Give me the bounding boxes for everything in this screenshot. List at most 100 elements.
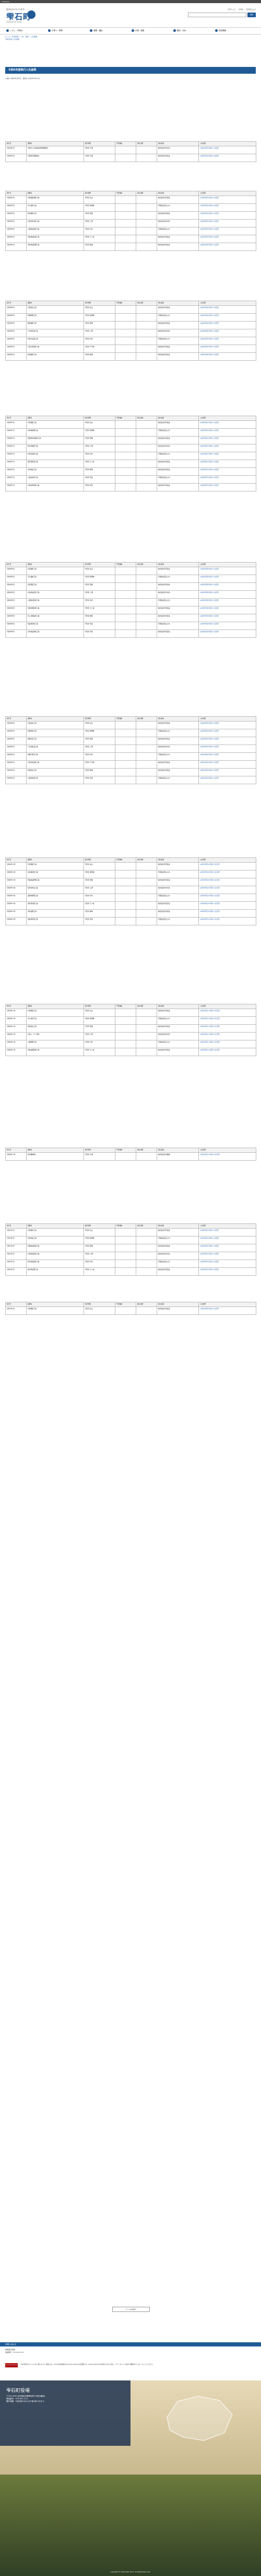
- result-pdf-link[interactable]: 令和6年度10月執行入札結果: [198, 894, 256, 902]
- nav-item-government[interactable]: 町政情報: [215, 29, 226, 32]
- table-cell: -: [115, 1016, 136, 1025]
- result-pdf-link[interactable]: 令和6年度11月執行入札結果: [198, 1009, 256, 1017]
- result-pdf-link[interactable]: 令和6年度9月執行入札結果: [198, 768, 256, 776]
- result-pdf-link[interactable]: 令和6年度1月執行入札結果: [198, 1260, 256, 1268]
- result-pdf-link[interactable]: 令和6年度6月執行入札結果: [198, 321, 256, 329]
- result-pdf-link[interactable]: 令和6年度1月執行入札結果: [198, 1236, 256, 1244]
- result-pdf-link[interactable]: 令和6年度7月執行入札結果: [198, 428, 256, 437]
- result-pdf-link[interactable]: 令和6年度7月執行入札結果: [198, 467, 256, 476]
- breadcrumb[interactable]: ホーム > 町政情報 > 入札・契約 > 入札結果: [5, 36, 37, 38]
- table-cell: 雫石町 七ツ森: [84, 1267, 115, 1276]
- result-pdf-link[interactable]: 令和6年度5月執行入札結果: [198, 227, 256, 235]
- result-pdf-link[interactable]: 令和6年度11月執行入札結果: [198, 1048, 256, 1056]
- result-pdf-link[interactable]: 令和6年度9月執行入札結果: [198, 729, 256, 737]
- result-pdf-link[interactable]: 令和6年度7月執行入札結果: [198, 444, 256, 452]
- result-pdf-link[interactable]: 令和6年度7月執行入札結果: [198, 436, 256, 444]
- result-pdf-link[interactable]: 令和6年度1月執行入札結果: [198, 1267, 256, 1276]
- nav-item-tourism[interactable]: 観光・文化: [173, 29, 186, 32]
- result-pdf-link[interactable]: 令和6年度2月執行入札結果: [198, 1307, 256, 1315]
- font-size-link[interactable]: 文字サイズ: [228, 8, 235, 10]
- page-top-button[interactable]: ページの先頭へ: [112, 2307, 150, 2312]
- result-pdf-link[interactable]: 令和6年度11月執行入札結果: [198, 1024, 256, 1033]
- table-cell: 有限会社西山土木: [157, 1236, 199, 1244]
- result-pdf-link[interactable]: 令和6年度8月執行入札結果: [198, 606, 256, 614]
- adobe-reader-banner[interactable]: Get Adobe Reader: [5, 2363, 18, 2367]
- result-pdf-link[interactable]: 令和6年度6月執行入札結果: [198, 337, 256, 345]
- table-cell: 雫石町 西根: [84, 436, 115, 444]
- result-pdf-link[interactable]: 令和6年度7月執行入札結果: [198, 420, 256, 429]
- result-pdf-link[interactable]: 令和6年度12月執行入札結果: [198, 1152, 256, 1161]
- column-header: 入札結果: [198, 1223, 256, 1229]
- search-button[interactable]: 検索: [247, 13, 256, 17]
- result-pdf-link[interactable]: 令和6年度1月執行入札結果: [198, 1228, 256, 1237]
- result-pdf-link[interactable]: 令和6年度1月執行入札結果: [198, 1244, 256, 1252]
- table-cell: -: [115, 917, 136, 925]
- result-pdf-link[interactable]: 令和6年度9月執行入札結果: [198, 745, 256, 753]
- read-aloud-link[interactable]: 音声読み上げ: [246, 8, 256, 10]
- column-header: 落札金額: [136, 1004, 157, 1009]
- result-pdf-link[interactable]: 令和6年度9月執行入札結果: [198, 760, 256, 769]
- result-pdf-link[interactable]: 令和6年度8月執行入札結果: [198, 629, 256, 638]
- result-pdf-link[interactable]: 令和6年度6月執行入札結果: [198, 345, 256, 353]
- table-row: 令和6年5月公園施設改修工事雫石町 中町--有限会社西山土木令和6年度5月執行入…: [5, 227, 256, 235]
- result-pdf-link[interactable]: 令和6年度10月執行入札結果: [198, 909, 256, 918]
- result-pdf-link[interactable]: 令和6年度5月執行入札結果: [198, 203, 256, 212]
- result-pdf-link[interactable]: 令和6年度6月執行入札結果: [198, 329, 256, 337]
- result-pdf-link[interactable]: 令和6年度8月執行入札結果: [198, 590, 256, 599]
- result-pdf-link[interactable]: 令和6年度9月執行入札結果: [198, 721, 256, 729]
- table-row: 令和6年9月庁舎外壁改修工事雫石町 千刈田--株式会社雫石建設令和6年度9月執行…: [5, 760, 256, 769]
- result-pdf-link[interactable]: 令和6年度4月執行入札結果: [198, 146, 256, 154]
- table-cell: 雫石町 上野: [84, 590, 115, 599]
- table-row: 令和6年7月農業用水路改修工事雫石町 西根--株式会社岩手建設令和6年度7月執行…: [5, 436, 256, 444]
- result-pdf-link[interactable]: 令和6年度8月執行入札結果: [198, 582, 256, 591]
- table-cell: 令和6年10月: [5, 862, 27, 871]
- result-pdf-link[interactable]: 令和6年度8月執行入札結果: [198, 567, 256, 575]
- result-pdf-link[interactable]: 令和6年度8月執行入札結果: [198, 622, 256, 630]
- result-pdf-link[interactable]: 令和6年度1月執行入札結果: [198, 1252, 256, 1260]
- nav-item-industry[interactable]: 仕事・産業: [132, 29, 145, 32]
- result-pdf-link[interactable]: 令和6年度5月執行入札結果: [198, 235, 256, 243]
- result-pdf-link[interactable]: 令和6年度4月執行入札結果: [198, 154, 256, 162]
- table-cell: -: [136, 1032, 157, 1040]
- result-pdf-link[interactable]: 令和6年度8月執行入札結果: [198, 614, 256, 622]
- result-pdf-link[interactable]: 令和6年度9月執行入札結果: [198, 737, 256, 745]
- result-pdf-link[interactable]: 令和6年度7月執行入札結果: [198, 452, 256, 460]
- table-row: 令和6年10月排水路改修工事雫石町 御明神--有限会社西山土木令和6年度10月執…: [5, 870, 256, 878]
- table-cell: 株式会社岩手水道: [157, 590, 199, 599]
- result-pdf-link[interactable]: 令和6年度7月執行入札結果: [198, 475, 256, 484]
- result-pdf-link[interactable]: 令和6年度5月執行入札結果: [198, 243, 256, 251]
- result-pdf-link[interactable]: 令和6年度10月執行入札結果: [198, 901, 256, 910]
- results-table: 執行日 業務名 施行場所 予定価格 落札金額 落札業者 入札結果 令和6年4月 雫石町上水道施設…: [5, 141, 256, 162]
- result-pdf-link[interactable]: 令和6年度7月執行入札結果: [198, 460, 256, 468]
- result-pdf-link[interactable]: 令和6年度7月執行入札結果: [198, 483, 256, 491]
- result-pdf-link[interactable]: 令和6年度11月執行入札結果: [198, 1032, 256, 1040]
- table-cell: -: [115, 444, 136, 452]
- result-pdf-link[interactable]: 令和6年度11月執行入札結果: [198, 1040, 256, 1048]
- bg-color-link[interactable]: 背景色: [239, 8, 243, 10]
- table-cell: 令和6年7月: [5, 460, 27, 468]
- result-pdf-link[interactable]: 令和6年度10月執行入札結果: [198, 862, 256, 871]
- result-pdf-link[interactable]: 令和6年度9月執行入札結果: [198, 776, 256, 784]
- result-pdf-link[interactable]: 令和6年度8月執行入札結果: [198, 598, 256, 606]
- nav-item-living[interactable]: くらし・手続き: [6, 29, 23, 32]
- table-cell: -: [136, 567, 157, 575]
- result-pdf-link[interactable]: 令和6年度6月執行入札結果: [198, 305, 256, 314]
- result-pdf-link[interactable]: 令和6年度5月執行入札結果: [198, 219, 256, 227]
- result-pdf-link[interactable]: 令和6年度10月執行入札結果: [198, 870, 256, 878]
- result-pdf-link[interactable]: 令和6年度11月執行入札結果: [198, 1016, 256, 1025]
- result-pdf-link[interactable]: 令和6年度5月執行入札結果: [198, 211, 256, 220]
- nav-item-health[interactable]: 健康・福祉: [90, 29, 103, 32]
- result-pdf-link[interactable]: 令和6年度5月執行入札結果: [198, 196, 256, 204]
- language-link[interactable]: Language: [2, 1, 9, 3]
- result-pdf-link[interactable]: 令和6年度9月執行入札結果: [198, 752, 256, 761]
- nav-item-childcare[interactable]: 子育て・教育: [48, 29, 63, 32]
- result-pdf-link[interactable]: 令和6年度6月執行入札結果: [198, 352, 256, 361]
- result-pdf-link[interactable]: 令和6年度6月執行入札結果: [198, 313, 256, 322]
- result-pdf-link[interactable]: 令和6年度10月執行入札結果: [198, 886, 256, 894]
- column-header: 施行場所: [84, 416, 115, 421]
- result-pdf-link[interactable]: 令和6年度8月執行入札結果: [198, 575, 256, 583]
- search-input[interactable]: [188, 13, 246, 17]
- result-pdf-link[interactable]: 令和6年度10月執行入札結果: [198, 878, 256, 886]
- table-cell: 雫石町 上野: [84, 1032, 115, 1040]
- result-pdf-link[interactable]: 令和6年度10月執行入札結果: [198, 917, 256, 925]
